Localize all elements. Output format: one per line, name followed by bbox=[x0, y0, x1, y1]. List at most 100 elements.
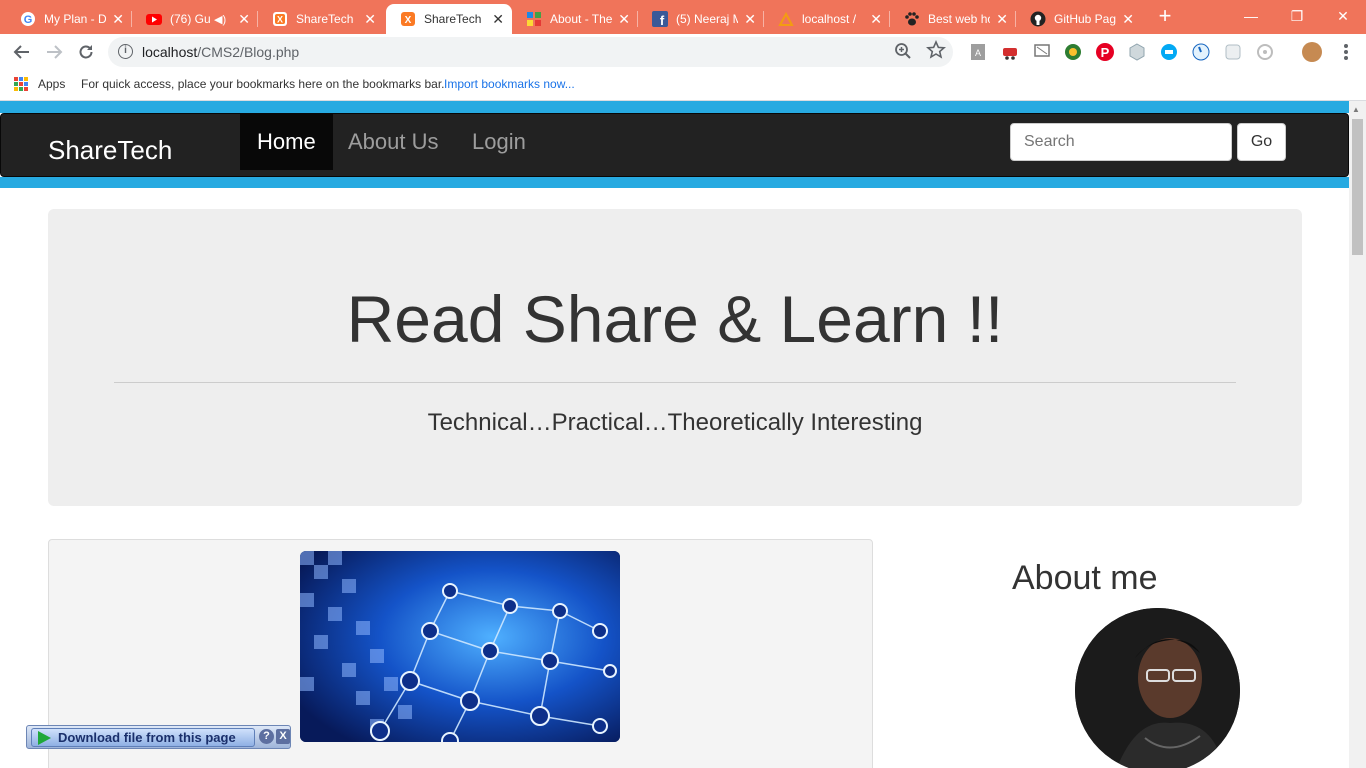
browser-tab[interactable]: f (5) Neeraj M ✕ bbox=[638, 4, 764, 34]
tab-title: GitHub Pag bbox=[1054, 12, 1116, 26]
top-accent-stripe bbox=[0, 101, 1349, 113]
bookmarks-hint: For quick access, place your bookmarks h… bbox=[81, 77, 445, 91]
audio-playing-icon[interactable]: ◀) bbox=[214, 13, 226, 26]
apps-link[interactable]: Apps bbox=[38, 77, 65, 91]
nav-home[interactable]: Home bbox=[240, 114, 333, 170]
grid-icon bbox=[526, 11, 542, 27]
clock-extension-icon[interactable] bbox=[1191, 42, 1211, 62]
browser-tab[interactable]: GitHub Pag ✕ bbox=[1016, 4, 1142, 34]
browser-tab[interactable]: localhost / ✕ bbox=[764, 4, 890, 34]
pdf-extension-icon[interactable]: A bbox=[968, 42, 988, 62]
youtube-icon bbox=[146, 11, 162, 27]
nav-about-us[interactable]: About Us bbox=[331, 114, 456, 170]
close-window-button[interactable]: ✕ bbox=[1320, 0, 1366, 32]
reload-icon bbox=[79, 45, 93, 59]
xampp-icon: X bbox=[400, 11, 416, 27]
tab-close-icon[interactable]: ✕ bbox=[870, 10, 882, 28]
xampp-icon: X bbox=[272, 11, 288, 27]
zoom-icon[interactable] bbox=[894, 42, 912, 60]
import-bookmarks-link[interactable]: Import bookmarks now... bbox=[444, 77, 575, 91]
browser-toolbar: i localhost/CMS2/Blog.php A P bbox=[0, 34, 1366, 70]
tab-title: ShareTech bbox=[296, 12, 354, 26]
tab-close-icon[interactable]: ✕ bbox=[618, 10, 630, 28]
hero-divider bbox=[114, 382, 1236, 383]
tab-close-icon[interactable]: ✕ bbox=[744, 10, 756, 28]
phpmyadmin-icon bbox=[778, 11, 794, 27]
cube-extension-icon[interactable] bbox=[1127, 42, 1147, 62]
train-extension-icon[interactable] bbox=[1000, 42, 1020, 62]
play-arrow-icon bbox=[38, 731, 51, 745]
browser-tab[interactable]: G My Plan - D ✕ bbox=[6, 4, 132, 34]
browser-tab-bar: G My Plan - D ✕ (76) Gu ◀) ✕ X ShareTech… bbox=[0, 0, 1366, 34]
svg-text:f: f bbox=[660, 13, 665, 27]
forward-button[interactable] bbox=[42, 40, 66, 64]
nav-login[interactable]: Login bbox=[455, 114, 543, 170]
bottom-accent-stripe bbox=[0, 177, 1349, 188]
bookmark-star-icon[interactable] bbox=[926, 40, 946, 60]
tab-close-icon[interactable]: ✕ bbox=[364, 10, 376, 28]
hero-jumbotron: Read Share & Learn !! Technical…Practica… bbox=[48, 209, 1302, 506]
browser-tab[interactable]: (76) Gu ◀) ✕ bbox=[132, 4, 258, 34]
tab-title: (5) Neeraj M bbox=[676, 12, 738, 26]
paw-icon bbox=[904, 11, 920, 27]
skype-extension-icon[interactable] bbox=[1159, 42, 1179, 62]
browser-tab[interactable]: About - The ✕ bbox=[512, 4, 638, 34]
scroll-thumb[interactable] bbox=[1352, 119, 1363, 255]
site-navbar: ShareTech Home About Us Login Go bbox=[0, 113, 1349, 177]
download-label: Download file from this page bbox=[58, 730, 236, 745]
url-text[interactable]: localhost/CMS2/Blog.php bbox=[142, 44, 299, 60]
globe-extension-icon[interactable] bbox=[1063, 42, 1083, 62]
tab-title: About - The bbox=[550, 12, 612, 26]
hero-subtitle: Technical…Practical…Theoretically Intere… bbox=[427, 409, 923, 436]
post-network-image[interactable] bbox=[300, 551, 620, 742]
new-tab-button[interactable]: + bbox=[1154, 5, 1176, 27]
back-arrow-icon bbox=[13, 45, 29, 59]
download-file-button[interactable]: Download file from this page bbox=[31, 728, 255, 747]
tab-title: My Plan - D bbox=[44, 12, 106, 26]
site-info-icon[interactable]: i bbox=[118, 44, 133, 59]
profile-avatar[interactable] bbox=[1302, 42, 1322, 62]
restore-button[interactable]: ❐ bbox=[1274, 0, 1320, 32]
browser-tab-active[interactable]: X ShareTech ✕ bbox=[386, 4, 512, 34]
tab-close-icon[interactable]: ✕ bbox=[112, 10, 124, 28]
hero-title: Read Share & Learn !! bbox=[346, 282, 1004, 356]
page-scrollbar[interactable]: ▲ bbox=[1349, 101, 1366, 768]
menu-icon[interactable] bbox=[1334, 40, 1358, 64]
forward-arrow-icon bbox=[47, 45, 63, 59]
facebook-icon: f bbox=[652, 11, 668, 27]
browser-tab[interactable]: Best web ho ✕ bbox=[890, 4, 1016, 34]
download-helper-bar: Download file from this page ? X bbox=[26, 725, 291, 749]
page-viewport: ShareTech Home About Us Login Go Read Sh… bbox=[0, 101, 1349, 768]
browser-tab[interactable]: X ShareTech ✕ bbox=[258, 4, 384, 34]
search-input[interactable] bbox=[1010, 123, 1232, 161]
screen-extension-icon[interactable] bbox=[1032, 42, 1052, 62]
svg-text:A: A bbox=[975, 48, 981, 58]
page-extension-icon[interactable] bbox=[1223, 42, 1243, 62]
search-go-button[interactable]: Go bbox=[1237, 123, 1286, 161]
target-extension-icon[interactable] bbox=[1255, 42, 1275, 62]
close-icon[interactable]: X bbox=[276, 729, 290, 744]
help-icon[interactable]: ? bbox=[259, 729, 274, 744]
tab-close-icon[interactable]: ✕ bbox=[996, 10, 1008, 28]
svg-text:X: X bbox=[405, 15, 412, 26]
tab-title: localhost / bbox=[802, 12, 857, 26]
pinterest-icon[interactable]: P bbox=[1095, 42, 1115, 62]
tab-close-icon[interactable]: ✕ bbox=[1122, 10, 1134, 28]
site-brand[interactable]: ShareTech bbox=[48, 135, 172, 166]
minimize-button[interactable]: — bbox=[1228, 0, 1274, 32]
apps-grid-icon[interactable] bbox=[14, 77, 28, 91]
bookmarks-bar: Apps For quick access, place your bookma… bbox=[0, 70, 1366, 101]
address-bar[interactable]: i localhost/CMS2/Blog.php bbox=[108, 37, 953, 67]
tab-close-icon[interactable]: ✕ bbox=[492, 10, 504, 28]
svg-text:X: X bbox=[277, 15, 283, 25]
github-icon bbox=[1030, 11, 1046, 27]
tab-close-icon[interactable]: ✕ bbox=[238, 10, 250, 28]
tab-title: Best web ho bbox=[928, 12, 990, 26]
tab-title: (76) Gu bbox=[170, 12, 210, 26]
google-icon: G bbox=[20, 11, 36, 27]
scroll-up-arrow-icon[interactable]: ▲ bbox=[1352, 105, 1360, 114]
tab-title: ShareTech bbox=[424, 12, 482, 26]
back-button[interactable] bbox=[10, 40, 34, 64]
reload-button[interactable] bbox=[74, 40, 98, 64]
svg-text:P: P bbox=[1101, 45, 1110, 60]
